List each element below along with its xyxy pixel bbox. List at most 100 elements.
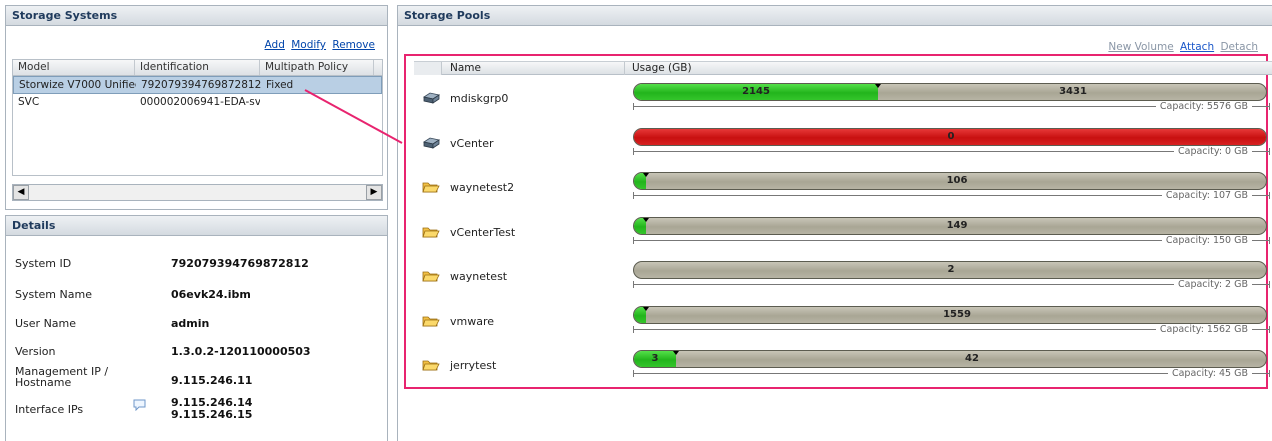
model-cell: SVC — [18, 96, 40, 108]
usage-bar: 2 — [633, 261, 1267, 279]
horizontal-scrollbar[interactable]: ◀ ▶ — [12, 184, 383, 201]
pools-table-header: Name Usage (GB) — [414, 61, 1272, 75]
scroll-right-icon[interactable]: ▶ — [366, 185, 382, 200]
table-row[interactable]: SVC 000002006941-EDA-sv... — [13, 94, 382, 112]
details-title: Details — [6, 216, 387, 236]
free-value-label: 42 — [965, 353, 979, 364]
usage-bar: 2145 3431 — [633, 83, 1267, 101]
capacity-tick — [1269, 281, 1270, 288]
pool-row[interactable]: vCenterTest 149 Capacity: 150 GB — [414, 212, 1270, 256]
pool-name: vCenter — [450, 136, 494, 150]
pool-name: vmware — [450, 314, 495, 328]
column-header-identification[interactable]: Identification — [135, 60, 260, 75]
pool-row[interactable]: mdiskgrp0 2145 3431 Capacity: 5576 GB — [414, 78, 1270, 122]
add-link[interactable]: Add — [265, 39, 285, 51]
column-header-usage[interactable]: Usage (GB) — [632, 62, 692, 75]
pool-row[interactable]: waynetest 2 Capacity: 2 GB — [414, 256, 1270, 300]
used-value-label: 3 — [651, 353, 659, 364]
detail-value-system-id: 792079394769872812 — [171, 257, 309, 270]
comment-icon[interactable] — [133, 399, 147, 411]
capacity-tick — [1269, 236, 1270, 244]
free-value-label: 1559 — [943, 308, 971, 320]
pool-row[interactable]: waynetest2 106 Capacity: 107 GB — [414, 167, 1270, 211]
capacity-tick — [633, 325, 634, 333]
capacity-tick — [633, 281, 634, 288]
policy-cell: Fixed — [266, 79, 294, 91]
disk-icon — [422, 137, 440, 149]
usage-bar: 106 — [633, 172, 1267, 190]
capacity-tick — [1269, 192, 1270, 199]
free-value-label: 2 — [947, 264, 955, 275]
capacity-tick — [633, 236, 634, 244]
storage-pools-highlight: Name Usage (GB) mdiskgrp0 2145 3431 Capacit… — [404, 54, 1272, 389]
free-value-label: 106 — [946, 175, 968, 186]
detail-value-system-name: 06evk24.ibm — [171, 288, 251, 301]
usage-marker — [875, 84, 881, 88]
scroll-left-icon[interactable]: ◀ — [13, 185, 29, 200]
detail-value-user-name: admin — [171, 317, 210, 330]
detail-value-interface-ip-2: 9.115.246.15 — [171, 408, 253, 421]
capacity-tick — [1269, 325, 1270, 333]
column-header-model[interactable]: Model — [13, 60, 135, 75]
free-value-label: 0 — [947, 130, 955, 142]
capacity-label: Capacity: 150 GB — [1161, 234, 1252, 246]
disk-icon — [422, 92, 440, 104]
folder-icon — [422, 271, 440, 282]
capacity-tick — [1269, 103, 1270, 110]
capacity-tick — [633, 147, 634, 155]
used-value-label: 2145 — [742, 86, 770, 97]
pool-row[interactable]: vmware 1559 Capacity: 1562 GB — [414, 301, 1270, 345]
new-volume-link[interactable]: New Volume — [1108, 41, 1173, 53]
capacity-tick — [1269, 147, 1270, 155]
column-header-multipath-policy[interactable]: Multipath Policy — [260, 60, 374, 75]
free-value-label: 3431 — [1059, 86, 1087, 97]
usage-marker — [673, 351, 679, 355]
details-panel: Details System ID 792079394769872812 Sys… — [5, 215, 388, 441]
pool-row[interactable]: jerrytest 3 42 Capacity: 45 GB — [414, 345, 1270, 389]
capacity-label: Capacity: 0 GB — [1174, 145, 1252, 157]
detail-label-version: Version — [15, 345, 56, 358]
detail-value-version: 1.3.0.2-120110000503 — [171, 345, 311, 358]
usage-bar: 1559 — [633, 305, 1267, 324]
capacity-tick — [1269, 370, 1270, 377]
capacity-tick — [633, 192, 634, 199]
pool-name: waynetest — [450, 270, 508, 283]
detail-label-interface-ips: Interface IPs — [15, 403, 84, 416]
capacity-label: Capacity: 45 GB — [1167, 368, 1252, 379]
usage-bar: 149 — [633, 216, 1267, 235]
storage-systems-actions: Add Modify Remove — [262, 39, 375, 51]
model-cell: Storwize V7000 Unified — [19, 79, 136, 91]
pool-name: vCenterTest — [450, 225, 516, 239]
identification-cell: 792079394769872812-... — [141, 79, 261, 91]
detail-label-user-name: User Name — [15, 317, 77, 330]
detail-value-management-ip: 9.115.246.11 — [171, 374, 253, 387]
capacity-label: Capacity: 1562 GB — [1155, 323, 1252, 335]
capacity-label: Capacity: 5576 GB — [1155, 101, 1252, 112]
free-value-label: 149 — [946, 219, 968, 231]
capacity-tick — [633, 103, 634, 110]
policy-cell — [260, 94, 374, 112]
usage-marker — [643, 306, 649, 311]
table-row[interactable]: Storwize V7000 Unified 79207939476987281… — [13, 76, 382, 94]
detach-link[interactable]: Detach — [1220, 41, 1258, 53]
header-icon-cell — [414, 62, 442, 75]
storage-systems-panel: Storage Systems Add Modify Remove Model … — [5, 5, 388, 210]
pool-name: jerrytest — [450, 359, 497, 372]
identification-cell: 000002006941-EDA-sv... — [140, 96, 260, 108]
storage-pools-panel: Storage Pools New Volume Attach Detach N… — [397, 5, 1272, 441]
pool-name: mdiskgrp0 — [450, 92, 509, 105]
storage-pools-title: Storage Pools — [398, 6, 1272, 26]
remove-link[interactable]: Remove — [332, 39, 375, 51]
header-separator — [624, 62, 625, 75]
usage-marker — [643, 173, 649, 177]
detail-label-management-ip: Management IP / Hostname — [15, 365, 109, 389]
modify-link[interactable]: Modify — [291, 39, 326, 51]
storage-systems-title: Storage Systems — [6, 6, 387, 26]
detail-label-system-name: System Name — [15, 288, 92, 301]
column-header-name[interactable]: Name — [450, 62, 481, 75]
pool-row[interactable]: vCenter 0 Capacity: 0 GB — [414, 123, 1270, 167]
usage-bar: 0 — [633, 127, 1267, 146]
attach-link[interactable]: Attach — [1180, 41, 1214, 53]
pool-name: waynetest2 — [450, 181, 515, 194]
folder-icon — [422, 360, 440, 371]
